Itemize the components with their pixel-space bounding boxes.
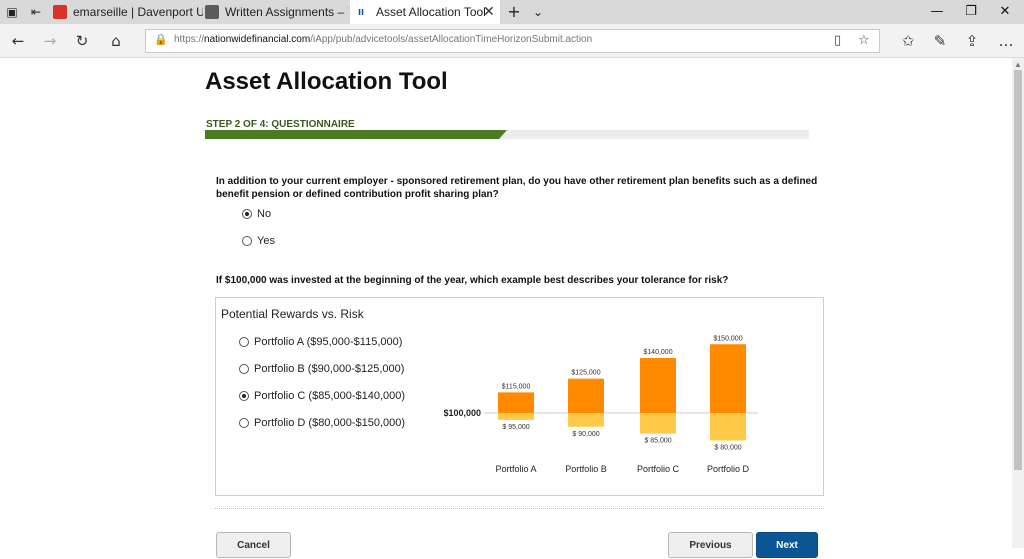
question-other-plans: In addition to your current employer - s… bbox=[216, 176, 818, 200]
set-aside-tabs-icon[interactable]: ⇤ bbox=[28, 4, 44, 20]
minimize-icon[interactable]: — bbox=[920, 0, 954, 24]
share-icon[interactable]: ⇪ bbox=[962, 31, 982, 51]
title-bar: ▣ ⇤ emarseille | Davenport Univ Written … bbox=[0, 0, 1024, 24]
baseline-label: $100,000 bbox=[443, 408, 481, 418]
radio-portfolio-b[interactable] bbox=[239, 364, 249, 374]
assignments-favicon-icon bbox=[205, 5, 219, 19]
forward-arrow-icon[interactable]: → bbox=[40, 31, 60, 51]
favorite-star-icon[interactable]: ☆ bbox=[858, 33, 870, 48]
lock-icon: 🔒 bbox=[154, 33, 168, 46]
favorites-hub-icon[interactable]: ✩ bbox=[898, 31, 918, 51]
radio-portfolio-d[interactable] bbox=[239, 418, 249, 428]
page-title: Asset Allocation Tool bbox=[205, 68, 448, 95]
radio-portfolio-a[interactable] bbox=[239, 337, 249, 347]
low-value-label: $ 95,000 bbox=[502, 424, 529, 431]
home-icon[interactable]: ⌂ bbox=[106, 31, 126, 51]
cancel-button[interactable]: Cancel bbox=[216, 532, 291, 558]
tab-written-assignments[interactable]: Written Assignments – Win bbox=[205, 0, 348, 24]
category-label: Portfolio A bbox=[495, 464, 536, 474]
scroll-up-icon[interactable]: ▲ bbox=[1014, 60, 1022, 69]
page-scrollbar[interactable]: ▲ bbox=[1012, 58, 1024, 548]
nationwide-favicon-icon: ıı bbox=[358, 6, 365, 18]
close-tab-icon[interactable]: ✕ bbox=[483, 0, 495, 24]
close-window-icon[interactable]: ✕ bbox=[988, 0, 1022, 24]
davenport-favicon-icon bbox=[53, 5, 67, 19]
tab-manager-icon[interactable]: ▣ bbox=[4, 4, 20, 20]
category-label: Portfolio D bbox=[707, 464, 750, 474]
step-label: STEP 2 OF 4: QUESTIONNAIRE bbox=[206, 119, 355, 130]
loss-bar bbox=[640, 413, 676, 434]
restore-icon[interactable]: ❐ bbox=[954, 0, 988, 24]
category-label: Portfolio C bbox=[637, 464, 680, 474]
progress-fill bbox=[205, 130, 507, 139]
address-bar[interactable]: 🔒 https://nationwidefinancial.com/iApp/p… bbox=[145, 29, 880, 53]
url-text[interactable]: https://nationwidefinancial.com/iApp/pub… bbox=[174, 34, 592, 45]
gain-bar bbox=[498, 392, 534, 413]
next-button[interactable]: Next bbox=[756, 532, 818, 558]
low-value-label: $ 80,000 bbox=[714, 445, 741, 452]
more-options-icon[interactable]: … bbox=[996, 31, 1016, 51]
high-value-label: $115,000 bbox=[502, 383, 531, 390]
tab-asset-allocation[interactable]: ıı Asset Allocation Tool ✕ bbox=[350, 0, 500, 24]
radio-no[interactable] bbox=[242, 209, 252, 219]
category-label: Portfolio B bbox=[565, 464, 607, 474]
section-divider bbox=[215, 508, 824, 509]
loss-bar bbox=[568, 413, 604, 427]
tab-davenport[interactable]: emarseille | Davenport Univ bbox=[53, 0, 203, 24]
rewards-risk-chart: $100,000 $115,000 $ 95,000 Portfolio A $125,… bbox=[443, 335, 758, 474]
high-value-label: $150,000 bbox=[713, 335, 742, 342]
refresh-icon[interactable]: ↻ bbox=[72, 31, 92, 51]
low-value-label: $ 85,000 bbox=[644, 438, 671, 445]
pen-notes-icon[interactable]: ✎ bbox=[930, 31, 950, 51]
low-value-label: $ 90,000 bbox=[572, 431, 599, 438]
gain-bar bbox=[640, 358, 676, 413]
radio-portfolio-c[interactable] bbox=[239, 391, 249, 401]
question-risk-tolerance: If $100,000 was invested at the beginnin… bbox=[216, 275, 729, 286]
new-tab-icon[interactable]: + bbox=[506, 4, 522, 20]
panel-title: Potential Rewards vs. Risk bbox=[221, 307, 364, 321]
high-value-label: $140,000 bbox=[643, 349, 672, 356]
high-value-label: $125,000 bbox=[571, 370, 600, 377]
loss-bar bbox=[498, 413, 534, 420]
address-toolbar: ← → ↻ ⌂ 🔒 https://nationwidefinancial.co… bbox=[0, 24, 1024, 58]
radio-yes[interactable] bbox=[242, 236, 252, 246]
gain-bar bbox=[568, 378, 604, 413]
loss-bar bbox=[710, 413, 746, 441]
gain-bar bbox=[710, 344, 746, 413]
scrollbar-thumb[interactable] bbox=[1014, 70, 1022, 470]
tab-list-chevron-down-icon[interactable]: ⌄ bbox=[530, 4, 546, 20]
back-arrow-icon[interactable]: ← bbox=[8, 31, 28, 51]
reading-view-icon[interactable]: ▯ bbox=[834, 33, 841, 48]
previous-button[interactable]: Previous bbox=[668, 532, 753, 558]
progress-bar bbox=[205, 130, 809, 139]
risk-comparison-panel: Potential Rewards vs. Risk Portfolio A (… bbox=[215, 297, 824, 496]
